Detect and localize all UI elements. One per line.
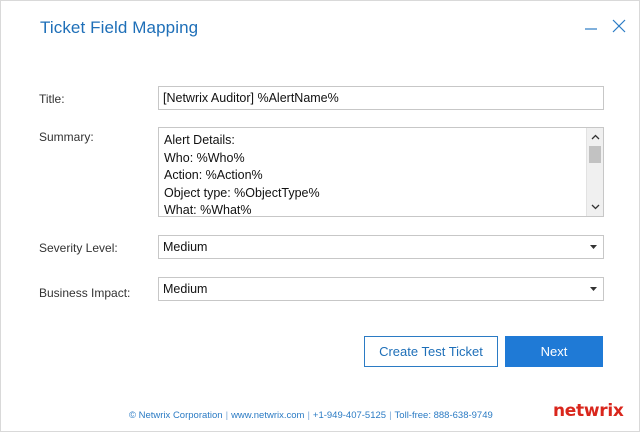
footer-website-link[interactable]: www.netwrix.com: [231, 410, 304, 421]
severity-value: Medium: [163, 240, 208, 254]
summary-label: Summary:: [39, 130, 94, 144]
summary-line: Object type: %ObjectType%: [164, 185, 320, 200]
dropdown-arrow-icon: [586, 278, 600, 300]
summary-line: Who: %Who%: [164, 150, 245, 165]
impact-label: Business Impact:: [39, 286, 131, 300]
minimize-icon: [585, 28, 597, 30]
footer-tollfree: Toll-free: 888-638-9749: [394, 410, 493, 421]
scroll-down-arrow[interactable]: [587, 199, 603, 215]
title-input[interactable]: [Netwrix Auditor] %AlertName%: [158, 86, 604, 110]
scroll-up-arrow[interactable]: [587, 129, 603, 145]
footer-phone: +1-949-407-5125: [312, 410, 387, 421]
chevron-up-icon: [591, 134, 599, 140]
summary-line: What: %What%: [164, 203, 252, 217]
summary-line: Action: %Action%: [164, 168, 263, 182]
create-test-ticket-button[interactable]: Create Test Ticket: [364, 336, 498, 367]
severity-select[interactable]: Medium: [158, 235, 604, 259]
dialog-title: Ticket Field Mapping: [40, 18, 199, 37]
netwrix-logo: netwrix: [553, 401, 624, 421]
close-button[interactable]: [607, 13, 631, 39]
title-label: Title:: [39, 92, 65, 106]
summary-scrollbar[interactable]: [586, 128, 603, 216]
impact-select[interactable]: Medium: [158, 277, 604, 301]
close-icon: [612, 19, 626, 33]
footer: © Netwrix Corporation | www.netwrix.com | +1…: [129, 410, 493, 421]
severity-label: Severity Level:: [39, 241, 118, 255]
summary-line: Alert Details:: [164, 133, 235, 147]
footer-copyright: © Netwrix Corporation: [129, 410, 223, 421]
chevron-down-icon: [591, 204, 599, 210]
summary-textarea[interactable]: Alert Details: Who: %Who% Action: %Actio…: [158, 127, 604, 217]
impact-value: Medium: [163, 282, 208, 296]
dropdown-arrow-icon: [586, 236, 600, 258]
next-button[interactable]: Next: [505, 336, 603, 367]
minimize-button[interactable]: [579, 13, 603, 39]
scroll-thumb[interactable]: [589, 146, 601, 163]
dialog-window: Ticket Field Mapping Title: [Netwrix Aud…: [0, 0, 640, 432]
